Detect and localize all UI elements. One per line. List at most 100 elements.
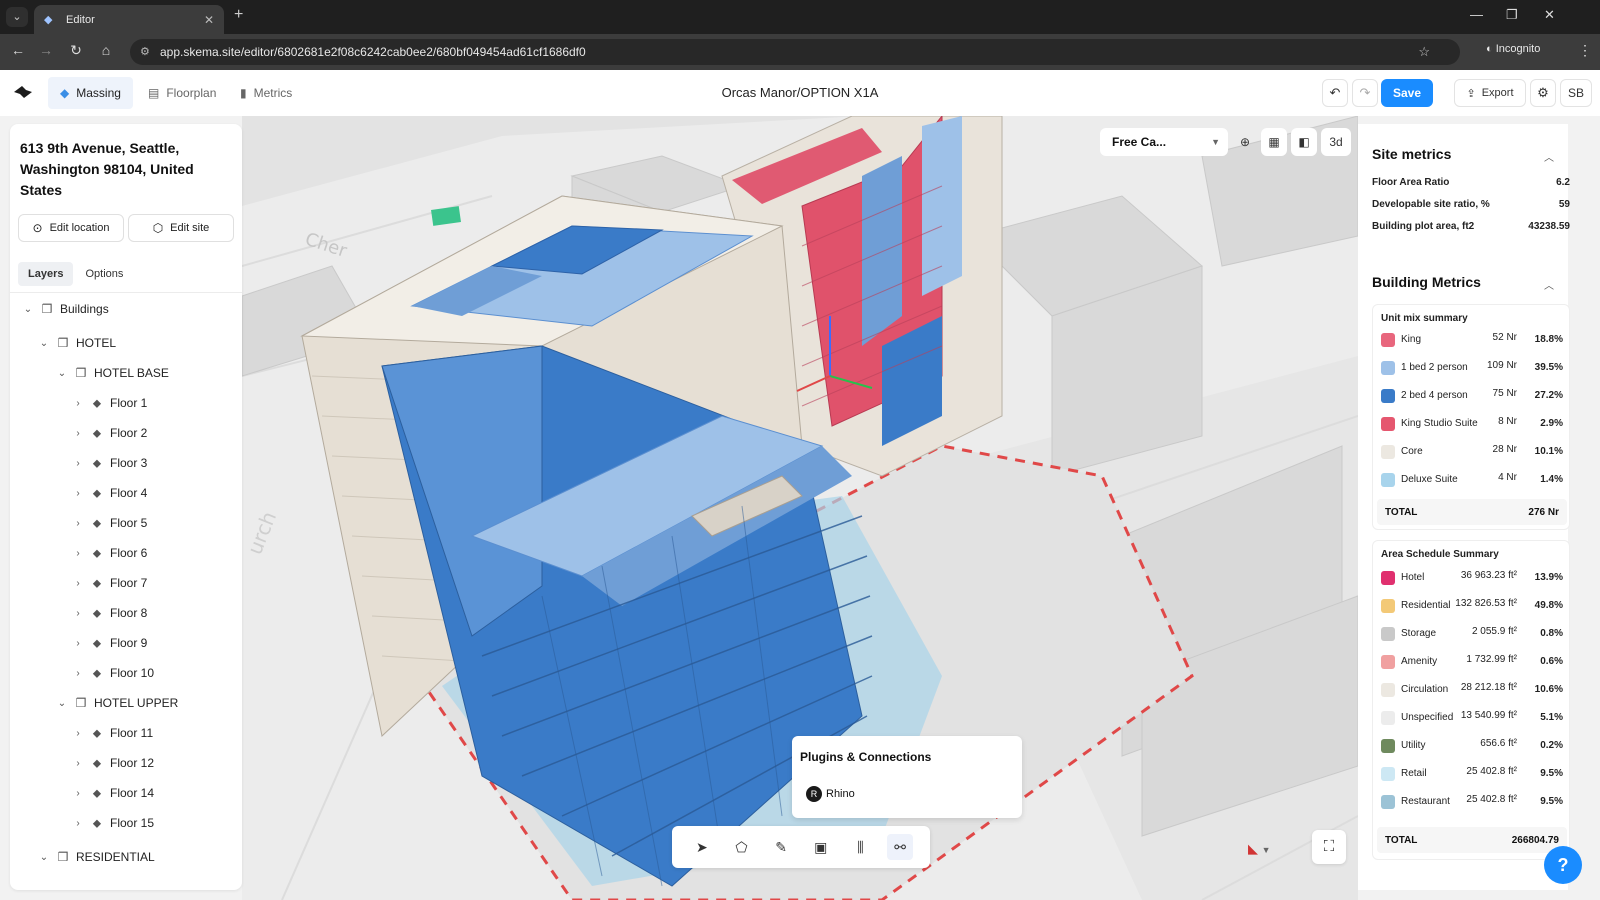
chevron-right-icon[interactable]: › (72, 488, 84, 499)
tab-floorplan[interactable]: ▤ Floorplan (136, 77, 228, 109)
section-tool-icon[interactable]: ⫼ (847, 834, 873, 860)
map-view-button[interactable]: ▦ (1261, 128, 1287, 156)
image-tool-icon[interactable]: ▣ (808, 834, 834, 860)
help-button[interactable]: ? (1544, 846, 1582, 884)
tree-item-floor[interactable]: › ⬥ Floor 1 (72, 392, 147, 414)
forward-icon[interactable]: → (36, 42, 56, 58)
tree-item-floor[interactable]: › ⬥ Floor 7 (72, 572, 147, 594)
metric-label: Building plot area, ft2 (1372, 221, 1475, 232)
tab-metrics[interactable]: ▮ Metrics (228, 77, 304, 109)
incognito-indicator[interactable]: ◐ Incognito (1486, 43, 1540, 55)
chevron-down-icon[interactable]: ⌄ (38, 852, 50, 863)
skema-logo-icon[interactable] (12, 82, 34, 102)
tab-search-icon[interactable]: ⌄ (6, 7, 28, 27)
restore-icon[interactable]: ❐ (1506, 7, 1518, 23)
tree-item-hotel-base[interactable]: ⌄ ❒ HOTEL BASE (56, 362, 169, 384)
project-title[interactable]: Orcas Manor/OPTION X1A (722, 85, 879, 100)
site-info-icon[interactable]: ⚙ (140, 39, 150, 65)
user-avatar[interactable]: SB (1560, 79, 1592, 107)
legend-row: 2 bed 4 person 75 Nr 27.2% (1381, 387, 1563, 405)
tree-item-floor[interactable]: › ⬥ Floor 12 (72, 752, 154, 774)
chevron-right-icon[interactable]: › (72, 578, 84, 589)
tree-label: Floor 2 (110, 426, 148, 440)
legend-row: King Studio Suite 8 Nr 2.9% (1381, 415, 1563, 433)
chevron-right-icon[interactable]: › (72, 548, 84, 559)
reload-icon[interactable]: ↻ (66, 42, 86, 59)
tree-item-floor[interactable]: › ⬥ Floor 8 (72, 602, 147, 624)
tree-item-floor[interactable]: › ⬥ Floor 6 (72, 542, 147, 564)
chevron-down-icon[interactable]: ⌄ (56, 698, 68, 709)
home-icon[interactable]: ⌂ (96, 42, 116, 58)
measure-tool-icon[interactable]: ✎ (768, 834, 794, 860)
chevron-right-icon[interactable]: › (72, 458, 84, 469)
select-tool-icon[interactable]: ➤ (689, 834, 715, 860)
tree-item-residential[interactable]: ⌄ ❒ RESIDENTIAL (38, 846, 155, 868)
chevron-down-icon[interactable]: ⌄ (22, 304, 34, 315)
tree-item-buildings[interactable]: ⌄ ❒ Buildings (22, 298, 109, 320)
browser-tab[interactable]: ◆ Editor ✕ (34, 5, 224, 34)
legend-name: Hotel (1401, 572, 1425, 583)
close-tab-icon[interactable]: ✕ (204, 13, 214, 27)
compass-icon[interactable]: ◣ ▼ (1248, 834, 1298, 864)
plugins-popover: Plugins & Connections R Rhino (792, 736, 1022, 818)
tree-item-hotel-upper[interactable]: ⌄ ❒ HOTEL UPPER (56, 692, 178, 714)
save-button[interactable]: Save (1381, 79, 1433, 107)
chevron-right-icon[interactable]: › (72, 518, 84, 529)
tab-layers[interactable]: Layers (18, 262, 74, 286)
chevron-right-icon[interactable]: › (72, 398, 84, 409)
minimize-icon[interactable]: — (1470, 7, 1483, 22)
undo-button[interactable]: ↶ (1322, 79, 1348, 107)
bookmark-star-icon[interactable]: ☆ (1418, 39, 1430, 65)
close-window-icon[interactable]: ✕ (1544, 7, 1555, 23)
browser-menu-icon[interactable]: ⋮ (1578, 42, 1592, 59)
collapse-site-metrics-icon[interactable]: ︿ (1544, 149, 1554, 164)
chevron-down-icon[interactable]: ⌄ (56, 368, 68, 379)
cube-icon: ❒ (57, 336, 69, 350)
tree-item-floor[interactable]: › ⬥ Floor 3 (72, 452, 147, 474)
tree-item-floor[interactable]: › ⬥ Floor 14 (72, 782, 154, 804)
sun-study-button[interactable]: ◧ (1291, 128, 1317, 156)
address-bar[interactable]: ⚙ app.skema.site/editor/6802681e2f08c624… (130, 39, 1460, 65)
edit-location-button[interactable]: ⊙ Edit location (18, 214, 124, 242)
tree-item-floor[interactable]: › ⬥ Floor 15 (72, 812, 154, 834)
chevron-right-icon[interactable]: › (72, 818, 84, 829)
chevron-down-icon[interactable]: ⌄ (38, 338, 50, 349)
chevron-right-icon[interactable]: › (72, 788, 84, 799)
polygon-tool-icon[interactable]: ⬠ (728, 834, 754, 860)
tree-item-hotel[interactable]: ⌄ ❒ HOTEL (38, 332, 116, 354)
browser-toolbar: ← → ↻ ⌂ ⚙ app.skema.site/editor/6802681e… (0, 34, 1600, 70)
chevron-right-icon[interactable]: › (72, 638, 84, 649)
legend-percent: 49.8% (1534, 600, 1563, 611)
fullscreen-button[interactable]: ⛶ (1312, 830, 1346, 864)
tree-label: Floor 9 (110, 636, 148, 650)
tree-item-floor[interactable]: › ⬥ Floor 11 (72, 722, 153, 744)
tree-item-floor[interactable]: › ⬥ Floor 10 (72, 662, 154, 684)
tree-item-floor[interactable]: › ⬥ Floor 5 (72, 512, 147, 534)
tree-item-floor[interactable]: › ⬥ Floor 9 (72, 632, 147, 654)
back-icon[interactable]: ← (8, 42, 28, 58)
tree-item-floor[interactable]: › ⬥ Floor 2 (72, 422, 147, 444)
collapse-building-metrics-icon[interactable]: ︿ (1544, 277, 1554, 292)
rhino-plugin-item[interactable]: R Rhino (806, 786, 855, 802)
chevron-right-icon[interactable]: › (72, 608, 84, 619)
export-button[interactable]: ⇪ Export (1454, 79, 1526, 107)
tab-options[interactable]: Options (75, 262, 133, 286)
chevron-right-icon[interactable]: › (72, 758, 84, 769)
redo-button[interactable]: ↷ (1352, 79, 1378, 107)
color-swatch (1381, 389, 1395, 403)
edit-site-button[interactable]: ⬡ Edit site (128, 214, 234, 242)
new-tab-icon[interactable]: + (234, 6, 243, 24)
location-pin-button[interactable]: ⊕ (1232, 128, 1258, 156)
tab-massing[interactable]: ◆ Massing (48, 77, 133, 109)
plugins-tool-icon[interactable]: ⚯ (887, 834, 914, 860)
chevron-right-icon[interactable]: › (72, 728, 84, 739)
settings-button[interactable]: ⚙ (1530, 79, 1556, 107)
chevron-right-icon[interactable]: › (72, 668, 84, 679)
tree-label: RESIDENTIAL (76, 850, 155, 864)
view-3d-button[interactable]: 3d (1321, 128, 1351, 156)
tree-item-floor[interactable]: › ⬥ Floor 4 (72, 482, 147, 504)
unit-mix-total: TOTAL 276 Nr (1377, 499, 1567, 525)
cube-icon: ❒ (41, 302, 53, 316)
camera-mode-select[interactable]: Free Ca... ▼ (1100, 128, 1228, 156)
chevron-right-icon[interactable]: › (72, 428, 84, 439)
